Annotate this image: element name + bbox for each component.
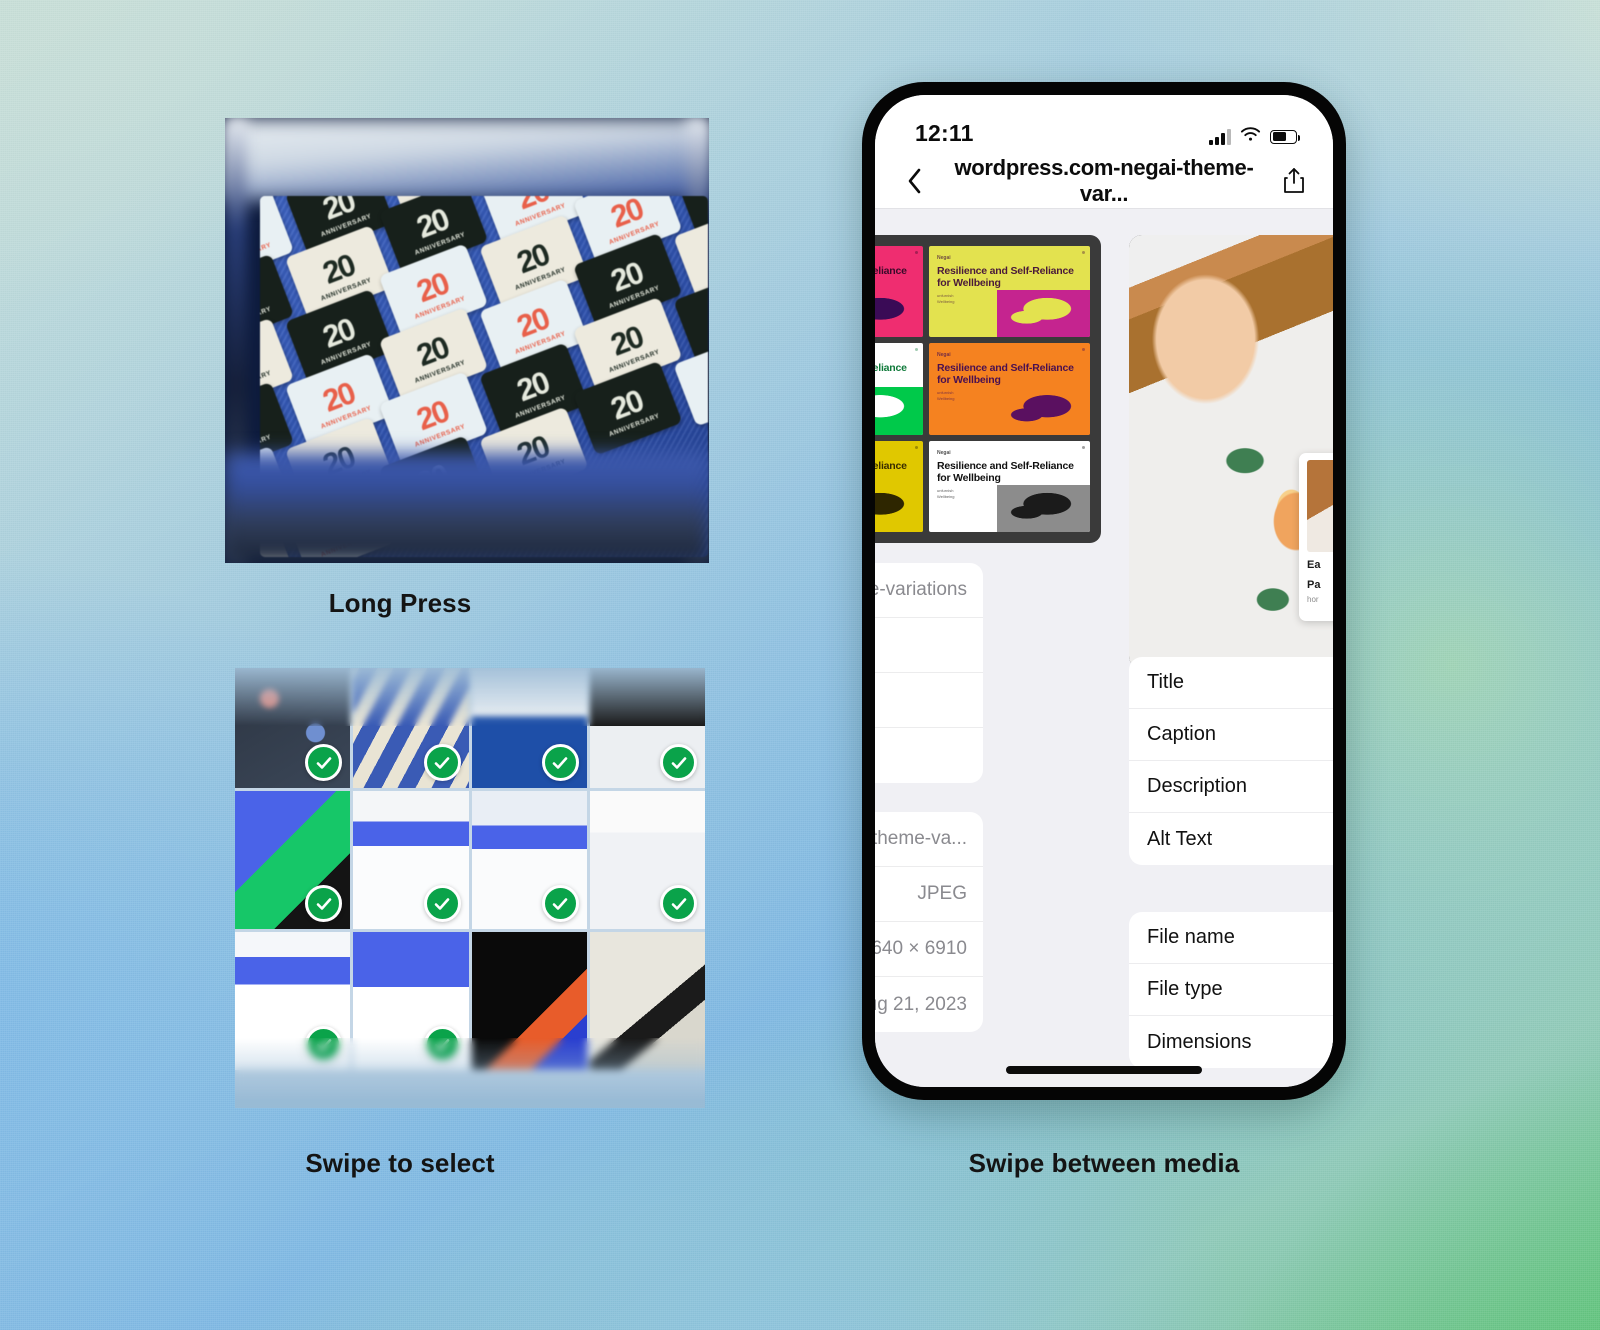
value-row: Aug 21, 2023 xyxy=(875,993,967,1015)
chevron-left-icon[interactable] xyxy=(897,167,931,195)
card-dot xyxy=(915,348,918,352)
file-info-card: File name File type Dimensions xyxy=(1129,912,1333,1068)
theme-variation-card[interactable]: Negai Resilience and Self-Reliance for We… xyxy=(875,343,923,435)
mini-card-title-line2: Pa xyxy=(1307,578,1321,591)
variation-tag: Negai xyxy=(937,449,951,456)
media-grid-tile[interactable] xyxy=(235,791,351,929)
card-dot xyxy=(1082,445,1085,449)
values-card-2: com-negai-theme-va... JPEG 9640 × 6910 A… xyxy=(875,812,983,1032)
wifi-icon xyxy=(1240,126,1261,147)
theme-variation-card[interactable]: Negai Resilience and Self-Reliance for We… xyxy=(929,440,1090,532)
field-label-file-name: File name xyxy=(1129,912,1333,964)
card-dot xyxy=(915,445,918,449)
mini-card-subtitle: hor xyxy=(1307,595,1319,605)
address-bar[interactable]: wordpress.com-negai-theme-var... xyxy=(931,155,1277,207)
field-label-alt-text[interactable]: Alt Text xyxy=(1129,813,1333,865)
swipe-to-select-screenshot xyxy=(235,668,705,1108)
variation-portrait xyxy=(996,289,1090,338)
field-label-title[interactable]: Title xyxy=(1129,657,1333,709)
card-dot xyxy=(915,251,918,254)
field-label-description[interactable]: Description xyxy=(1129,761,1333,813)
metadata-fields-card: Title Caption Description Alt Text xyxy=(1129,657,1333,865)
checkmark-circle-icon[interactable] xyxy=(305,885,343,922)
status-bar-icons xyxy=(1209,126,1300,147)
variation-title: Resilience and Self-Reliance for Wellbei… xyxy=(875,459,907,472)
swipe-to-select-caption: Swipe to select xyxy=(305,1148,495,1178)
value-row[interactable]: negai-theme-variations xyxy=(875,563,983,618)
variation-portrait xyxy=(875,289,923,338)
variation-tag: Negai xyxy=(937,352,951,359)
theme-variation-card[interactable]: Negai Resilience and Self-Reliance for We… xyxy=(875,246,923,338)
grid-bottom-fade xyxy=(235,1038,705,1108)
theme-variations-grid: Negai Resilience and Self-Reliance for We… xyxy=(875,246,1090,532)
media-previous-item[interactable]: Negai Resilience and Self-Reliance for We… xyxy=(875,235,1101,543)
variation-portrait xyxy=(875,387,923,435)
swipe-between-media-caption: Swipe between media xyxy=(968,1148,1240,1178)
value-row: JPEG xyxy=(875,867,983,922)
card-dot xyxy=(1082,348,1085,352)
overlay-mini-card: Ea Pa hor xyxy=(1299,453,1333,621)
theme-variation-card[interactable]: Negai Resilience and Self-Reliance for We… xyxy=(929,343,1090,435)
checkmark-circle-icon[interactable] xyxy=(541,885,579,922)
left-column: 20ANNIVERSARY20ANNIVERSARY20ANNIVERSARY2… xyxy=(0,0,800,1330)
mini-card-title-line1: Ea xyxy=(1307,559,1321,571)
media-carousel[interactable]: Negai Resilience and Self-Reliance for We… xyxy=(875,235,1333,669)
sticker-photo: 20ANNIVERSARY20ANNIVERSARY20ANNIVERSARY2… xyxy=(225,118,709,563)
phone-mockup: 12:11 wordpress.com-negai-theme-var... e… xyxy=(862,82,1346,1100)
grid-top-fade xyxy=(235,668,705,726)
cellular-signal-icon xyxy=(1209,128,1231,145)
checkmark-circle-icon[interactable] xyxy=(423,885,461,922)
values-card: negai-theme-variations xyxy=(875,563,983,783)
value-row[interactable] xyxy=(875,728,983,783)
status-bar-clock: 12:11 xyxy=(915,120,974,146)
checkmark-circle-icon[interactable] xyxy=(305,744,343,781)
media-grid-tile[interactable] xyxy=(353,791,469,929)
theme-variation-card[interactable]: Negai Resilience and Self-Reliance for We… xyxy=(929,246,1090,338)
checkmark-circle-icon[interactable] xyxy=(660,885,697,922)
media-grid-tile[interactable] xyxy=(471,791,587,929)
long-press-screenshot: 20ANNIVERSARY20ANNIVERSARY20ANNIVERSARY2… xyxy=(225,118,709,563)
checkmark-circle-icon[interactable] xyxy=(541,744,579,781)
variation-portrait xyxy=(996,387,1090,435)
variation-title: Resilience and Self-Reliance for Wellbei… xyxy=(875,362,907,375)
share-upload-icon[interactable] xyxy=(1277,167,1311,194)
value-row: 9640 × 6910 xyxy=(875,922,983,977)
media-grid xyxy=(235,668,705,1070)
photo-blur-top xyxy=(225,118,709,200)
variation-title: Resilience and Self-Reliance for Wellbei… xyxy=(875,265,907,277)
checkmark-circle-icon[interactable] xyxy=(660,744,697,781)
field-label-caption[interactable]: Caption xyxy=(1129,709,1333,761)
theme-variation-card[interactable]: Negai Resilience and Self-Reliance for We… xyxy=(875,440,923,532)
media-grid-tile[interactable] xyxy=(589,791,705,929)
mini-card-thumb xyxy=(1307,460,1333,552)
card-dot xyxy=(1082,251,1085,254)
browser-nav-bar: wordpress.com-negai-theme-var... xyxy=(875,153,1333,209)
variation-portrait xyxy=(875,484,923,532)
photo-blur-bottom xyxy=(225,453,709,563)
value-row[interactable] xyxy=(875,618,983,673)
variation-title: Resilience and Self-Reliance for Wellbei… xyxy=(937,265,1074,290)
media-current-item[interactable]: Ea Pa hor xyxy=(1129,235,1333,669)
value-row: com-negai-theme-va... xyxy=(875,812,983,867)
variation-tag: Negai xyxy=(875,255,915,261)
field-label-dimensions: Dimensions xyxy=(1147,1030,1252,1053)
status-bar: 12:11 xyxy=(875,95,1333,153)
checkmark-circle-icon[interactable] xyxy=(423,744,461,781)
variation-tag: Negai xyxy=(875,450,915,456)
phone-screen: 12:11 wordpress.com-negai-theme-var... e… xyxy=(875,95,1333,1087)
variation-tag: Negai xyxy=(937,255,951,261)
value-row[interactable] xyxy=(875,673,983,728)
variation-portrait xyxy=(996,484,1090,532)
variation-title: Resilience and Self-Reliance for Wellbei… xyxy=(937,362,1074,387)
field-label-file-type: File type xyxy=(1129,964,1333,1016)
battery-icon xyxy=(1270,129,1300,144)
variation-tag: Negai xyxy=(875,352,915,358)
media-detail-content: Negai Resilience and Self-Reliance for We… xyxy=(875,209,1333,1087)
home-indicator[interactable] xyxy=(1006,1066,1202,1074)
variation-title: Resilience and Self-Reliance for Wellbei… xyxy=(937,459,1074,484)
long-press-caption: Long Press xyxy=(328,588,472,618)
